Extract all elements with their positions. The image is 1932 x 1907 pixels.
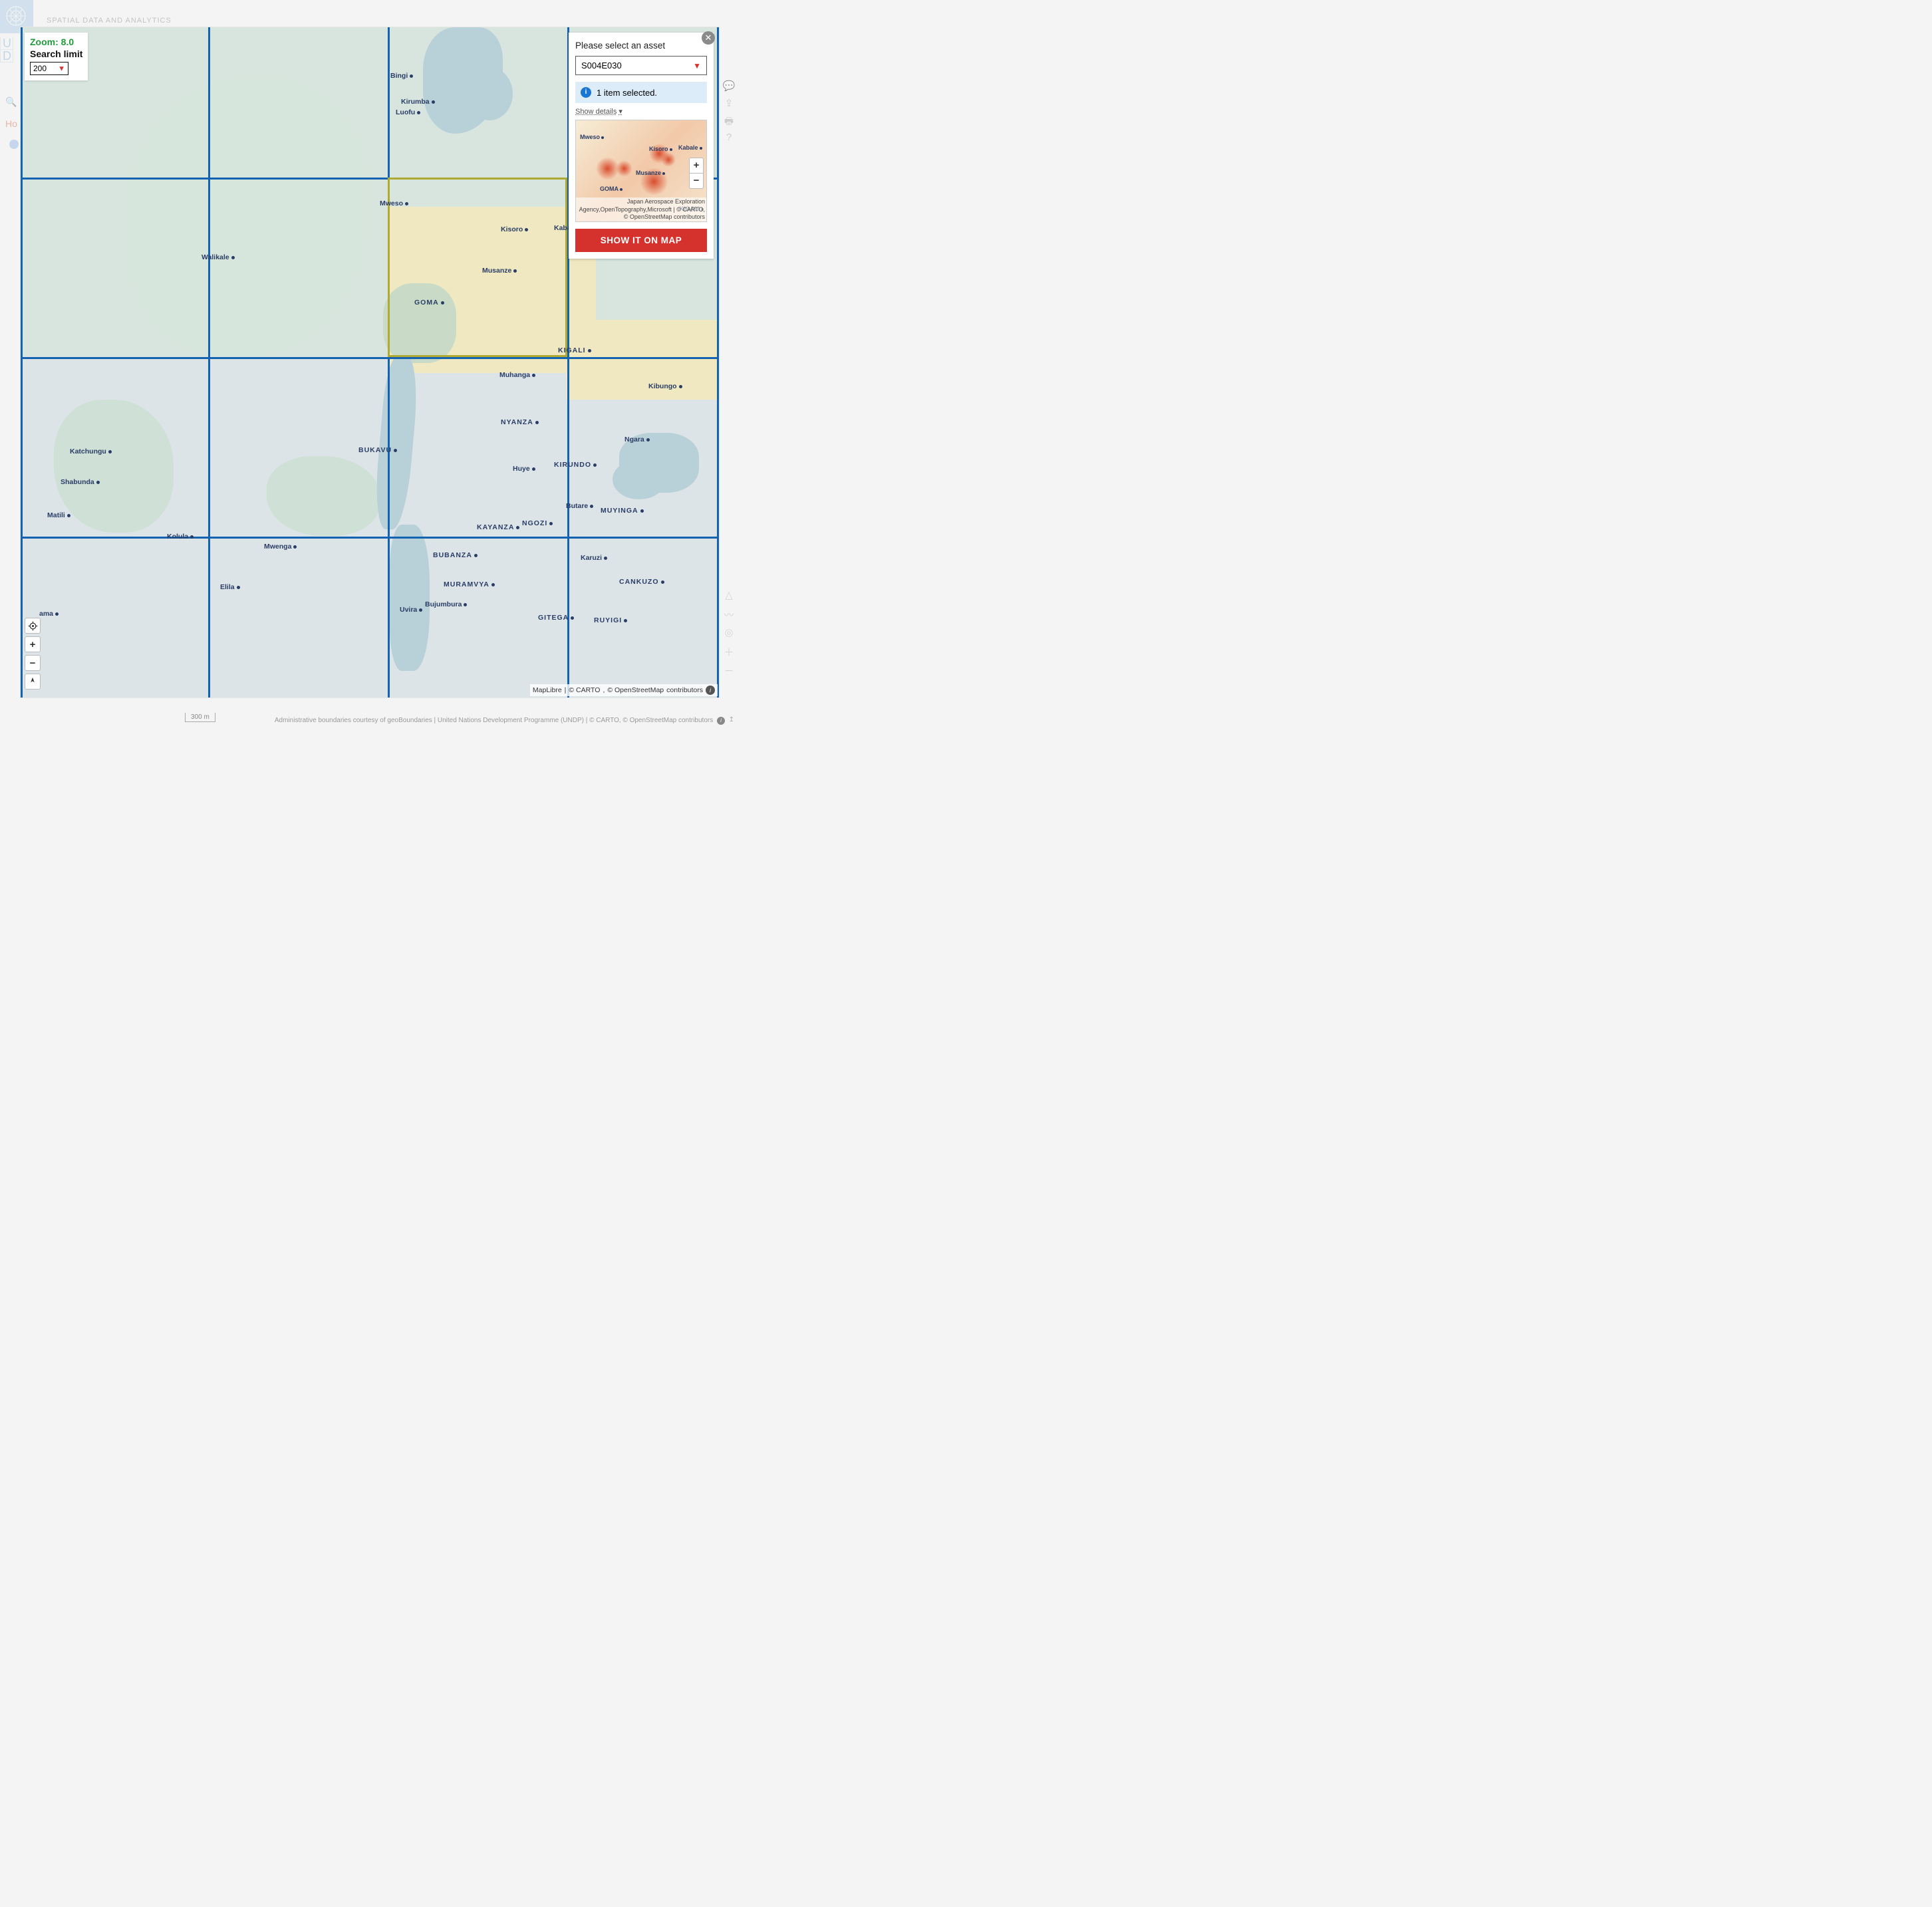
selection-info-text: 1 item selected. [597,88,657,98]
place-mweso: Mweso [380,199,408,207]
place-ngara: Ngara [624,436,650,444]
place-kolula: Kolula [167,533,194,541]
asset-select[interactable]: S004E030 ▼ [575,56,707,75]
place-matili: Matili [47,511,70,519]
place-bukavu: BUKAVU [358,446,397,454]
info-icon: i [581,87,591,98]
chevron-down-icon: ▼ [693,61,701,70]
place-mwenga: Mwenga [264,543,297,551]
mini-zoom-in[interactable]: + [690,158,703,173]
search-limit-label: Search limit [30,49,82,59]
attr-carto[interactable]: © CARTO [569,686,600,694]
place-kigali: KIGALI [558,346,591,354]
place-karuzi: Karuzi [581,554,607,562]
place-ruyigi: RUYIGI [594,616,627,624]
footer-attribution: Administrative boundaries courtesy of ge… [275,717,725,725]
asset-panel-title: Please select an asset [575,41,707,51]
place-uvira: Uvira [400,606,422,614]
place-kayanza: KAYANZA [477,523,519,531]
place-katchungu: Katchungu [70,447,112,455]
place-cankuzo: CANKUZO [619,578,664,586]
zoom-search-panel: Zoom: 8.0 Search limit 200 ▼ [25,33,88,80]
place-kirumba: Kirumba [401,98,435,106]
place-bubanza: BUBANZA [433,551,478,559]
place-walikale: Walikale [202,253,235,261]
app-header-faded: SPATIAL DATA AND ANALYTICS [0,0,738,27]
right-icon-rail-bottom: △ 〰 ◎ ＋ － [722,589,736,682]
status-dot [9,140,19,149]
caret-down-icon: ▾ [619,107,622,116]
attr-maplibre[interactable]: MapLibre [533,686,562,694]
mini-map-zoom: + − [689,158,704,189]
search-icon: 🔍 [5,96,17,108]
plus-faded-icon: ＋ [722,645,736,664]
wave-icon: 〰 [722,608,736,626]
search-limit-select[interactable]: 200 [30,62,69,75]
show-on-map-button[interactable]: SHOW IT ON MAP [575,229,707,252]
compass-button[interactable] [25,674,41,690]
zoom-label: Zoom: 8.0 [30,37,82,47]
place-ngozi: NGOZI [522,519,553,527]
scale-bar: 300 m [185,713,215,722]
place-luofu: Luofu [396,108,420,116]
place-bingi: Bingi [390,72,413,80]
undp-letters: U D [0,37,13,63]
mini-place-kisoro: Kisoro [649,146,672,152]
print-icon: 🖶 [722,114,736,132]
mini-map-attribution: Japan Aerospace Exploration Agency,OpenT… [576,197,706,221]
header-title: SPATIAL DATA AND ANALYTICS [47,17,172,25]
zoom-in-button[interactable]: + [25,636,41,652]
place-muyinga: MUYINGA [601,507,644,515]
main-map-attribution: MapLibre | © CARTO, © OpenStreetMap cont… [530,684,718,696]
mini-map[interactable]: Mweso Kisoro Kabale Musanze GOMA KIGALI … [575,120,707,222]
help-icon: ? [722,132,736,149]
selection-info: i 1 item selected. [575,82,707,103]
share-icon: ⇪ [722,97,736,114]
place-ama: ama [39,610,59,618]
place-muramvya: MURAMVYA [444,580,495,588]
place-butare: Butare [566,502,593,510]
place-kisoro: Kisoro [501,225,528,233]
target-icon: ◎ [722,626,736,645]
place-bujumbura: Bujumbura [425,600,467,608]
info-icon[interactable]: i [717,717,725,725]
grid-highlight-cell[interactable] [388,178,567,357]
mini-place-kabale: Kabale [678,144,702,151]
place-shabunda: Shabunda [61,478,100,486]
place-elila: Elila [220,583,240,591]
zoom-out-button[interactable]: − [25,655,41,671]
place-muhanga: Muhanga [499,371,535,379]
attr-contrib: contributors [666,686,703,694]
pyramid-icon: △ [722,589,736,608]
attr-osm[interactable]: © OpenStreetMap [607,686,664,694]
place-kibungo: Kibungo [648,382,682,390]
place-musanze: Musanze [482,267,517,275]
up-arrow-icon: ↥ [729,716,734,723]
asset-selected-value: S004E030 [581,61,622,70]
mini-place-mweso: Mweso [580,134,604,140]
mini-zoom-out[interactable]: − [690,173,703,188]
mini-place-goma: GOMA [600,186,622,192]
show-details-toggle[interactable]: Show details ▾ [575,107,622,116]
place-nyanza: NYANZA [501,418,539,426]
locate-button[interactable] [25,618,41,634]
minus-faded-icon: － [722,664,736,682]
place-gitega: GITEGA [538,614,574,622]
place-goma: GOMA [414,299,444,307]
mini-place-musanze: Musanze [636,170,665,176]
info-icon[interactable]: i [706,686,715,695]
place-huye: Huye [513,465,535,473]
place-kirundo: KIRUNDO [554,461,597,469]
breadcrumb-home: Ho [5,118,17,129]
main-map-controls: + − [25,615,41,690]
right-icon-rail-top: 💬 ⇪ 🖶 ? [722,80,736,149]
main-map[interactable]: Bingi Kirumba Luofu Mweso Walikale Kisor… [20,27,720,698]
page-footer: 300 m Administrative boundaries courtesy… [0,709,738,729]
comment-icon: 💬 [722,80,736,97]
asset-panel: ✕ Please select an asset S004E030 ▼ i 1 … [569,33,714,259]
close-icon[interactable]: ✕ [702,31,715,45]
